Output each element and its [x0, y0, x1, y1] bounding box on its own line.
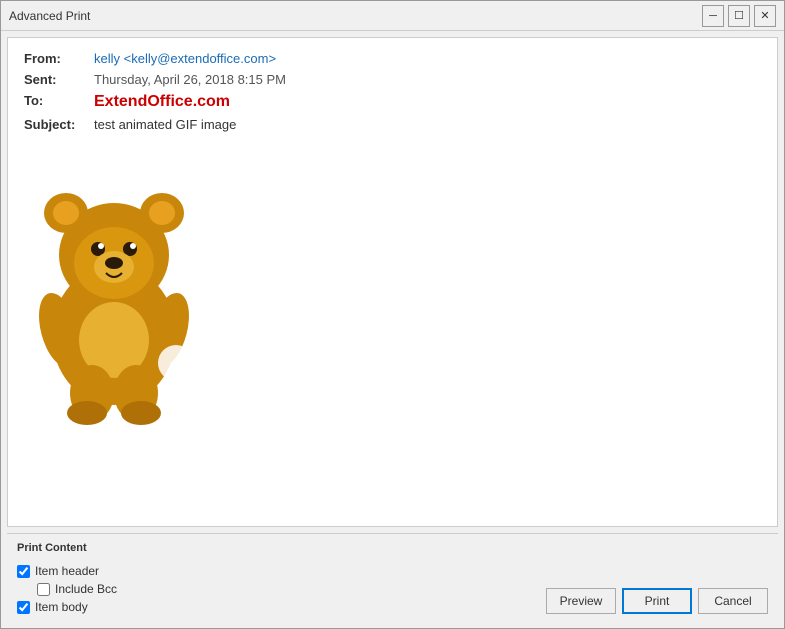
include-bcc-checkbox[interactable] [37, 583, 50, 596]
email-preview-pane: From: kelly <kelly@extendoffice.com> Sen… [7, 37, 778, 527]
item-header-row: Item header [17, 564, 117, 578]
email-body [24, 145, 761, 425]
to-label: To: [24, 90, 94, 114]
to-row: To: ExtendOffice.com [24, 90, 761, 114]
subject-value: test animated GIF image [94, 114, 761, 135]
checkboxes-group: Print Content Item header Include Bcc It… [17, 542, 117, 614]
content-area: From: kelly <kelly@extendoffice.com> Sen… [1, 31, 784, 628]
item-header-checkbox[interactable] [17, 565, 30, 578]
cancel-button[interactable]: Cancel [698, 588, 768, 614]
print-content-label: Print Content [17, 542, 117, 554]
item-body-label[interactable]: Item body [35, 600, 88, 614]
window-title: Advanced Print [9, 9, 702, 23]
title-bar-controls: ─ ☐ ✕ [702, 5, 776, 27]
sent-label: Sent: [24, 69, 94, 90]
item-header-label[interactable]: Item header [35, 564, 99, 578]
from-value: kelly <kelly@extendoffice.com> [94, 48, 761, 69]
bear-image [24, 145, 204, 425]
action-buttons: Preview Print Cancel [546, 588, 768, 614]
from-row: From: kelly <kelly@extendoffice.com> [24, 48, 761, 69]
item-body-checkbox[interactable] [17, 601, 30, 614]
minimize-icon: ─ [709, 10, 717, 22]
email-header-table: From: kelly <kelly@extendoffice.com> Sen… [24, 48, 761, 135]
bottom-row: Print Content Item header Include Bcc It… [17, 542, 768, 614]
advanced-print-window: Advanced Print ─ ☐ ✕ From: kelly <kelly@… [0, 0, 785, 629]
minimize-button[interactable]: ─ [702, 5, 724, 27]
print-button[interactable]: Print [622, 588, 692, 614]
maximize-icon: ☐ [734, 9, 744, 22]
close-icon: ✕ [760, 9, 769, 22]
close-button[interactable]: ✕ [754, 5, 776, 27]
sent-value: Thursday, April 26, 2018 8:15 PM [94, 69, 761, 90]
sent-row: Sent: Thursday, April 26, 2018 8:15 PM [24, 69, 761, 90]
from-label: From: [24, 48, 94, 69]
to-value: ExtendOffice.com [94, 90, 761, 114]
subject-label: Subject: [24, 114, 94, 135]
subject-row: Subject: test animated GIF image [24, 114, 761, 135]
maximize-button[interactable]: ☐ [728, 5, 750, 27]
include-bcc-row: Include Bcc [37, 582, 117, 596]
title-bar: Advanced Print ─ ☐ ✕ [1, 1, 784, 31]
bottom-panel: Print Content Item header Include Bcc It… [7, 533, 778, 622]
bear-svg [24, 145, 204, 425]
include-bcc-label[interactable]: Include Bcc [55, 582, 117, 596]
preview-button[interactable]: Preview [546, 588, 616, 614]
item-body-row: Item body [17, 600, 117, 614]
